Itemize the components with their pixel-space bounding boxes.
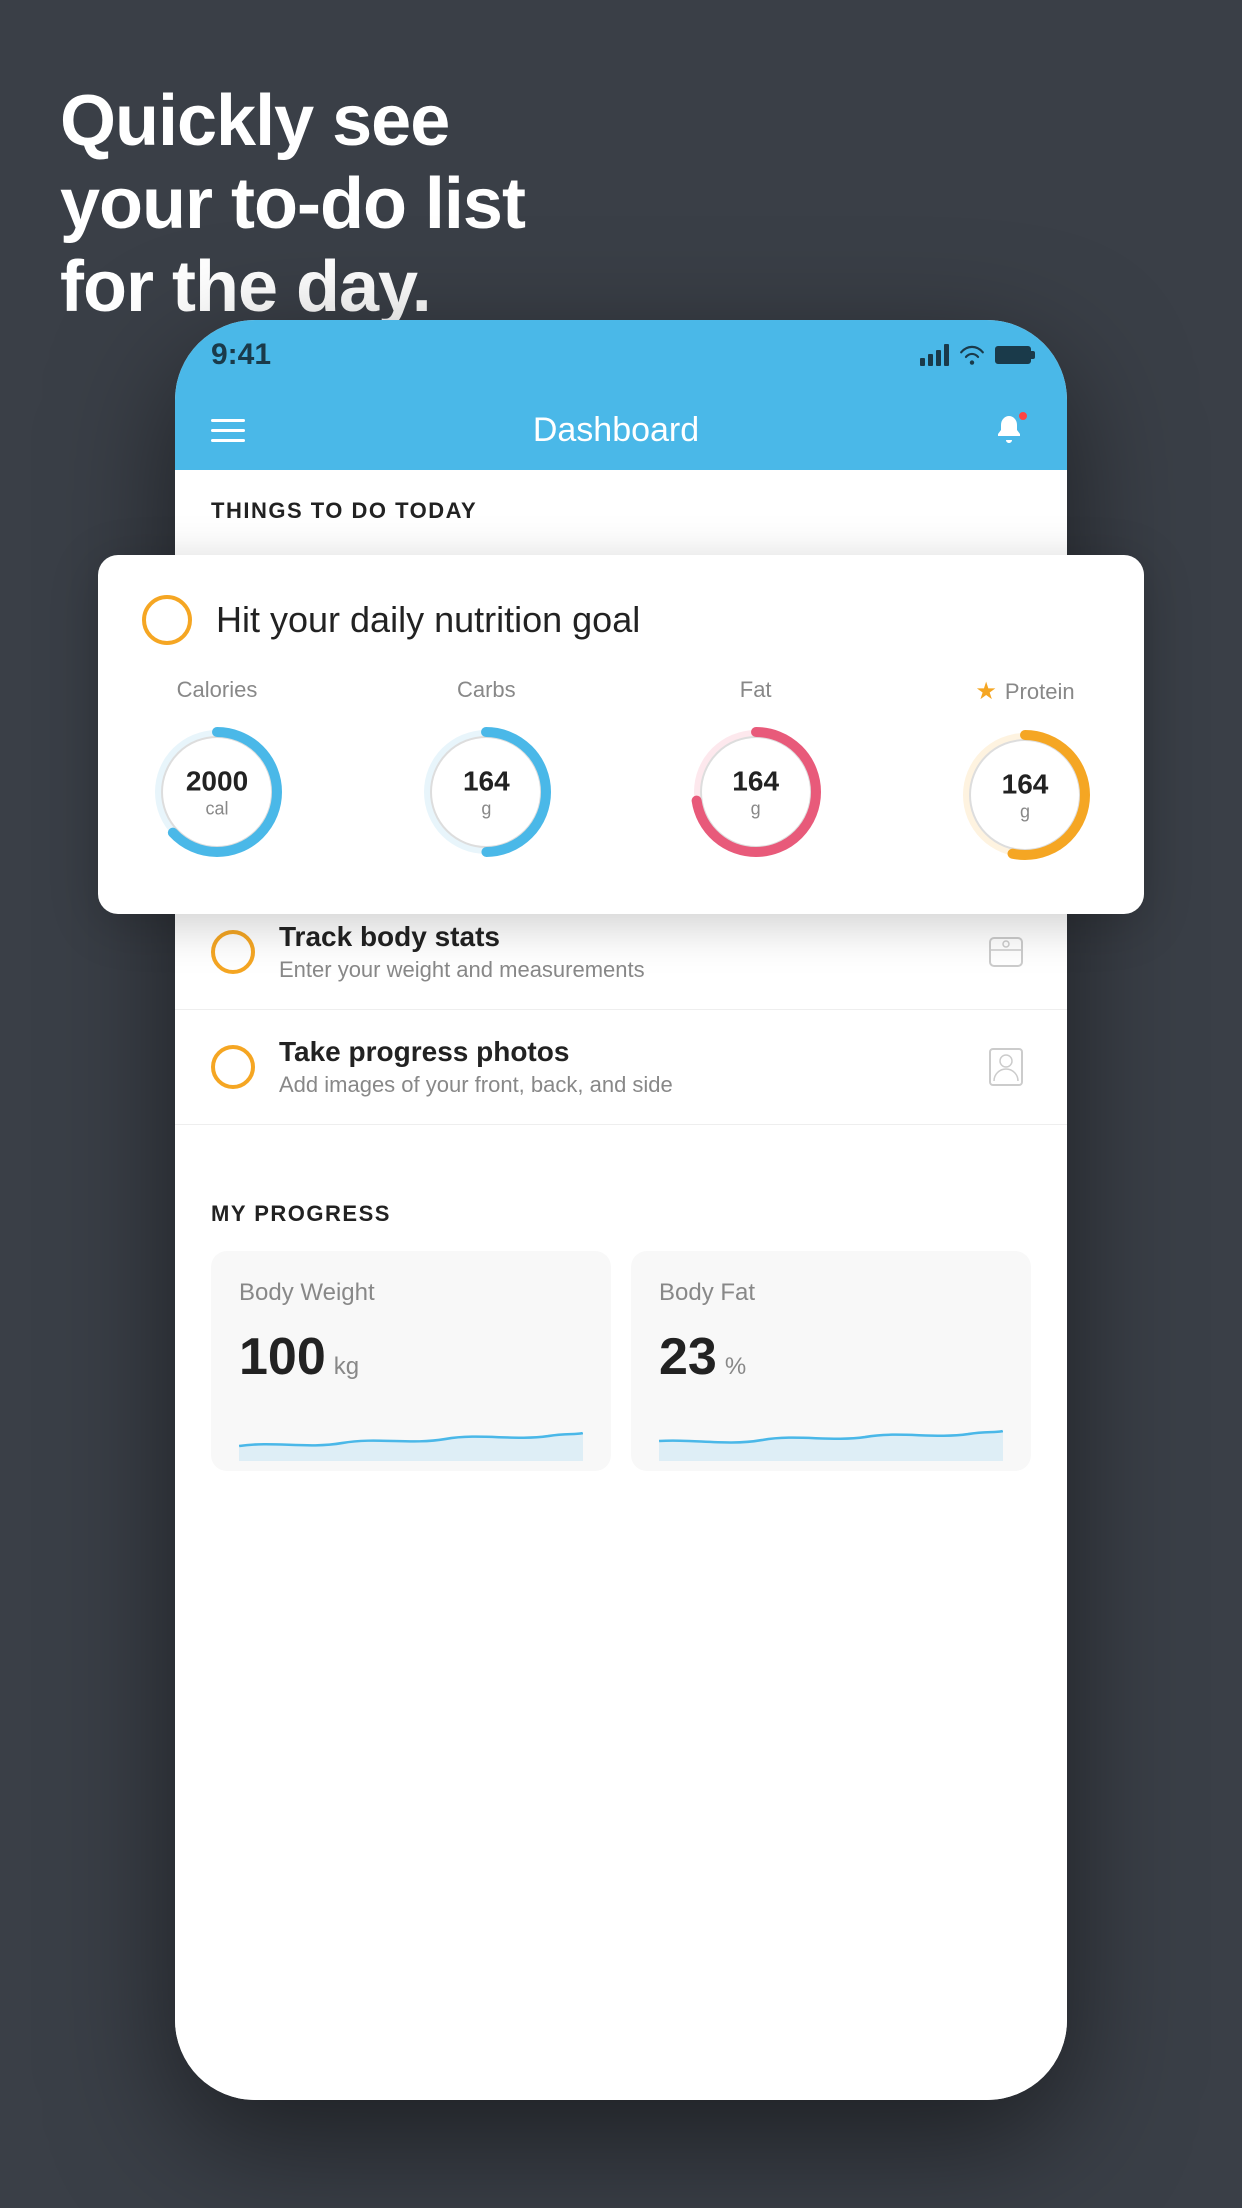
body-weight-value: 100 kg <box>239 1327 583 1387</box>
nutrition-card-title: Hit your daily nutrition goal <box>216 599 640 641</box>
nutrition-card: Hit your daily nutrition goal Calories 2… <box>98 555 1144 914</box>
body-weight-unit: kg <box>334 1353 359 1381</box>
todo-text-body-stats: Track body stats Enter your weight and m… <box>279 921 957 983</box>
star-icon: ★ <box>975 677 997 706</box>
fat-number: 164 <box>732 764 779 798</box>
nav-title: Dashboard <box>533 411 699 450</box>
todo-subtitle-body-stats: Enter your weight and measurements <box>279 957 957 983</box>
body-fat-card: Body Fat 23 % <box>631 1251 1031 1471</box>
fat-unit: g <box>732 798 779 820</box>
card-title-row: Hit your daily nutrition goal <box>142 595 1100 645</box>
calories-unit: cal <box>186 798 248 820</box>
todo-circle-body-stats <box>211 930 255 974</box>
body-fat-value: 23 % <box>659 1327 1003 1387</box>
hero-line1: Quickly see <box>60 80 525 163</box>
notification-dot <box>1017 410 1029 422</box>
wifi-icon <box>959 345 985 365</box>
carbs-ring: 164 g <box>411 717 561 867</box>
protein-unit: g <box>1002 801 1049 823</box>
fat-label: Fat <box>740 677 772 703</box>
status-time: 9:41 <box>211 338 271 372</box>
body-weight-number: 100 <box>239 1327 326 1387</box>
body-weight-card: Body Weight 100 kg <box>211 1251 611 1471</box>
nutrition-col-fat: Fat 164 g <box>681 677 831 867</box>
body-fat-unit: % <box>725 1353 746 1381</box>
body-fat-chart <box>659 1411 1003 1461</box>
calories-ring: 2000 cal <box>142 717 292 867</box>
protein-value: 164 g <box>1002 767 1049 822</box>
hero-text: Quickly see your to-do list for the day. <box>60 80 525 328</box>
todo-title-progress-photos: Take progress photos <box>279 1036 957 1068</box>
calories-label: Calories <box>177 677 258 703</box>
hamburger-menu[interactable] <box>211 419 245 442</box>
todo-item-progress-photos[interactable]: Take progress photos Add images of your … <box>175 1010 1067 1125</box>
hero-line3: for the day. <box>60 246 525 329</box>
signal-icon <box>920 344 949 366</box>
fat-ring: 164 g <box>681 717 831 867</box>
nav-bar: Dashboard <box>175 390 1067 470</box>
notification-button[interactable] <box>987 408 1031 452</box>
things-section-header: THINGS TO DO TODAY <box>175 470 1067 540</box>
nutrition-col-protein: ★ Protein 164 g <box>950 677 1100 870</box>
carbs-unit: g <box>463 798 510 820</box>
status-bar: 9:41 <box>175 320 1067 390</box>
todo-title-body-stats: Track body stats <box>279 921 957 953</box>
body-fat-number: 23 <box>659 1327 717 1387</box>
todo-circle-progress-photos <box>211 1045 255 1089</box>
body-fat-title: Body Fat <box>659 1279 1003 1307</box>
calories-value: 2000 cal <box>186 764 248 819</box>
progress-header: MY PROGRESS <box>211 1201 1031 1227</box>
body-weight-chart <box>239 1411 583 1461</box>
hero-line2: your to-do list <box>60 163 525 246</box>
protein-number: 164 <box>1002 767 1049 801</box>
protein-ring: 164 g <box>950 720 1100 870</box>
protein-label-row: ★ Protein <box>975 677 1074 706</box>
fat-value: 164 g <box>732 764 779 819</box>
status-icons <box>920 344 1031 366</box>
carbs-label: Carbs <box>457 677 516 703</box>
progress-section: MY PROGRESS Body Weight 100 kg <box>175 1165 1067 1471</box>
calories-number: 2000 <box>186 764 248 798</box>
todo-subtitle-progress-photos: Add images of your front, back, and side <box>279 1072 957 1098</box>
carbs-value: 164 g <box>463 764 510 819</box>
nutrition-columns: Calories 2000 cal Carbs <box>142 677 1100 870</box>
battery-icon <box>995 346 1031 364</box>
carbs-number: 164 <box>463 764 510 798</box>
todo-text-progress-photos: Take progress photos Add images of your … <box>279 1036 957 1098</box>
progress-cards: Body Weight 100 kg Body Fat <box>211 1251 1031 1471</box>
nutrition-circle-check <box>142 595 192 645</box>
person-icon <box>981 1042 1031 1092</box>
nutrition-col-carbs: Carbs 164 g <box>411 677 561 867</box>
protein-label: Protein <box>1005 679 1075 705</box>
scale-icon <box>981 927 1031 977</box>
body-weight-title: Body Weight <box>239 1279 583 1307</box>
nutrition-col-calories: Calories 2000 cal <box>142 677 292 867</box>
